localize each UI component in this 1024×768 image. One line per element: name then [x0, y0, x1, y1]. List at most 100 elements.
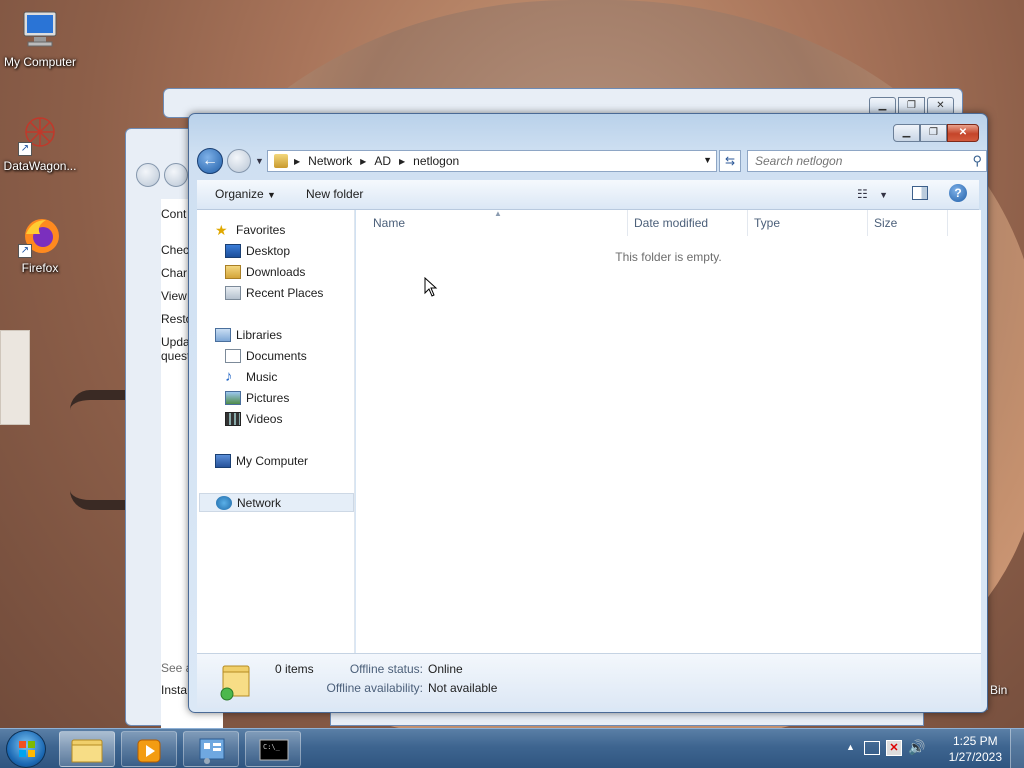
- nav-desktop[interactable]: Desktop: [225, 241, 345, 260]
- breadcrumb-netlogon[interactable]: netlogon: [413, 154, 459, 168]
- show-desktop-button[interactable]: [1010, 729, 1024, 768]
- offline-availability-label: Offline availability:: [326, 681, 424, 695]
- sort-caret-icon: ▲: [494, 209, 502, 218]
- address-bar[interactable]: ▶ Network ▶ AD ▶ netlogon ▼: [267, 150, 717, 172]
- breadcrumb-separator-icon[interactable]: ▶: [399, 157, 405, 166]
- nav-label: Documents: [246, 348, 307, 363]
- firefox-icon: ↗: [18, 214, 62, 258]
- column-name[interactable]: Name: [373, 216, 405, 230]
- column-type[interactable]: Type: [754, 216, 780, 230]
- desktop-icon-label: Firefox: [21, 261, 59, 275]
- datawagon-icon: ↗: [18, 112, 62, 156]
- computer-icon: [215, 453, 231, 468]
- breadcrumb-network[interactable]: Network: [308, 154, 352, 168]
- nav-label: Favorites: [236, 222, 286, 237]
- network-folder-icon: [274, 154, 288, 168]
- volume-icon[interactable]: 🔊: [908, 739, 925, 756]
- computer-icon: [18, 8, 62, 52]
- nav-label: Pictures: [246, 390, 290, 405]
- taskbar-control-panel-button[interactable]: [183, 731, 239, 767]
- taskbar-command-prompt-button[interactable]: C:\_: [245, 731, 301, 767]
- taskbar-media-player-button[interactable]: [121, 731, 177, 767]
- minimize-icon[interactable]: ▁: [893, 124, 920, 142]
- breadcrumb-ad[interactable]: AD: [374, 154, 391, 168]
- desktop-icon-label: My Computer: [3, 55, 77, 69]
- change-view-button[interactable]: ☷ ▼: [857, 187, 888, 201]
- search-box[interactable]: ⚲: [747, 150, 987, 172]
- offline-availability-value: Not available: [428, 681, 498, 695]
- action-center-icon[interactable]: [864, 741, 880, 755]
- start-button[interactable]: [6, 730, 46, 768]
- star-icon: ★: [215, 221, 228, 238]
- close-icon[interactable]: ✕: [947, 124, 979, 142]
- explorer-window[interactable]: ▁ ❐ ✕ ← ▼ ▶ Network ▶ AD ▶ netlogon ▼ ⇆ …: [188, 113, 988, 713]
- desktop-icon-datawagon[interactable]: ↗ DataWagon...: [0, 112, 80, 173]
- taskbar: C:\_ ▲ ✕ 🔊 1:25 PM 1/27/2023: [0, 728, 1024, 768]
- nav-my-computer[interactable]: My Computer: [215, 451, 345, 470]
- preview-pane-icon[interactable]: [912, 186, 928, 200]
- back-arrow-icon[interactable]: [136, 163, 160, 187]
- nav-recent-places[interactable]: Recent Places: [225, 283, 345, 302]
- nav-music[interactable]: ♪ Music: [225, 367, 345, 386]
- desktop-icon: [225, 243, 241, 258]
- desktop-icon-my-computer[interactable]: My Computer: [0, 8, 80, 69]
- clock-date: 1/27/2023: [948, 750, 1002, 764]
- nav-documents[interactable]: Documents: [225, 346, 345, 365]
- shortcut-arrow-icon: ↗: [18, 142, 32, 156]
- downloads-folder-icon: [225, 264, 241, 279]
- nav-label: Recent Places: [246, 285, 324, 300]
- navigation-bar: ← ▼ ▶ Network ▶ AD ▶ netlogon ▼ ⇆ ⚲: [197, 148, 987, 174]
- folder-icon: [71, 739, 103, 763]
- breadcrumb-separator-icon[interactable]: ▶: [360, 157, 366, 166]
- help-icon[interactable]: ?: [949, 184, 967, 202]
- chevron-down-icon: ▼: [267, 190, 276, 200]
- chevron-down-icon: ▼: [879, 190, 889, 200]
- taskbar-explorer-button[interactable]: [59, 731, 115, 767]
- nav-pictures[interactable]: Pictures: [225, 388, 345, 407]
- control-panel-icon: [199, 738, 225, 764]
- search-icon[interactable]: ⚲: [972, 153, 982, 169]
- view-grid-icon: ☷: [857, 187, 868, 201]
- desktop-icon-recycle-bin-label[interactable]: Bin: [990, 683, 1007, 697]
- nav-libraries[interactable]: Libraries: [215, 325, 345, 344]
- media-player-icon: [137, 739, 161, 763]
- column-size[interactable]: Size: [874, 216, 897, 230]
- music-note-icon: ♪: [225, 367, 233, 385]
- maximize-icon[interactable]: ❐: [920, 124, 947, 142]
- show-hidden-icons-icon[interactable]: ▲: [846, 742, 855, 752]
- nav-label: Libraries: [236, 327, 283, 342]
- organize-button[interactable]: Organize ▼: [215, 187, 276, 201]
- clock-time: 1:25 PM: [952, 734, 998, 748]
- column-divider[interactable]: [747, 210, 748, 236]
- new-folder-button[interactable]: New folder: [306, 187, 363, 201]
- nav-network[interactable]: Network: [199, 493, 354, 512]
- clock[interactable]: 1:25 PM 1/27/2023: [949, 733, 1002, 765]
- column-divider[interactable]: [627, 210, 628, 236]
- file-list[interactable]: Name ▲ Date modified Type Size This fold…: [356, 209, 981, 653]
- refresh-icon[interactable]: ⇆: [719, 150, 741, 172]
- svg-text:C:\_: C:\_: [263, 743, 281, 751]
- desktop-icon-firefox[interactable]: ↗ Firefox: [0, 214, 80, 275]
- nav-downloads[interactable]: Downloads: [225, 262, 345, 281]
- recent-pages-chevron-icon[interactable]: ▼: [255, 156, 264, 166]
- videos-icon: [225, 411, 241, 426]
- back-arrow-icon[interactable]: ←: [197, 148, 223, 174]
- item-count: 0 items: [275, 662, 314, 676]
- empty-folder-message: This folder is empty.: [615, 250, 722, 264]
- nav-favorites[interactable]: ★ Favorites: [215, 220, 345, 239]
- nav-videos[interactable]: Videos: [225, 409, 345, 428]
- forward-arrow-icon[interactable]: [164, 163, 188, 187]
- search-input[interactable]: [748, 151, 958, 171]
- column-date-modified[interactable]: Date modified: [634, 216, 708, 230]
- breadcrumb-separator-icon[interactable]: ▶: [294, 157, 300, 166]
- nav-label: Music: [246, 369, 278, 384]
- network-disconnected-icon[interactable]: ✕: [886, 740, 902, 756]
- forward-arrow-icon[interactable]: [227, 149, 251, 173]
- column-divider[interactable]: [947, 210, 948, 236]
- column-divider[interactable]: [867, 210, 868, 236]
- nav-label: Videos: [246, 411, 283, 426]
- documents-icon: [225, 348, 241, 363]
- caption-buttons: ▁ ❐ ✕: [893, 124, 979, 142]
- address-dropdown-icon[interactable]: ▼: [703, 155, 712, 165]
- command-bar: Organize ▼ New folder ☷ ▼ ?: [197, 180, 979, 210]
